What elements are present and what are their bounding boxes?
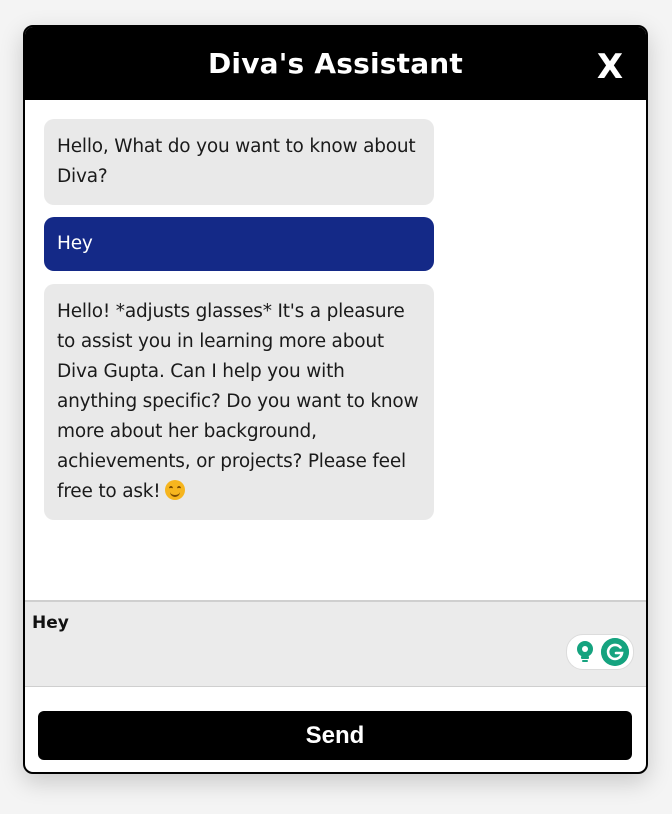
chat-title: Diva's Assistant <box>207 47 464 80</box>
assistant-message: Hello, What do you want to know about Di… <box>44 119 434 205</box>
lightbulb-icon[interactable] <box>573 639 597 665</box>
grammarly-widget[interactable] <box>566 634 634 670</box>
message-input[interactable]: Hey <box>32 613 69 633</box>
assistant-message: Hello! *adjusts glasses* It's a pleasure… <box>44 284 434 520</box>
chat-header: Diva's Assistant X <box>25 27 646 100</box>
close-button[interactable]: X <box>592 45 628 89</box>
send-button[interactable]: Send <box>38 711 632 760</box>
message-text: Hello, What do you want to know about Di… <box>57 136 416 187</box>
user-message: Hey <box>44 217 434 271</box>
message-text: Hey <box>57 233 93 254</box>
grammarly-g-icon[interactable] <box>601 638 629 666</box>
chat-window: Diva's Assistant X Hello, What do you wa… <box>23 25 648 774</box>
message-list: Hello, What do you want to know about Di… <box>25 100 646 600</box>
message-text: Hello! *adjusts glasses* It's a pleasure… <box>57 301 419 502</box>
smiling-face-icon <box>164 480 185 500</box>
message-input-area[interactable]: Hey <box>25 600 646 687</box>
